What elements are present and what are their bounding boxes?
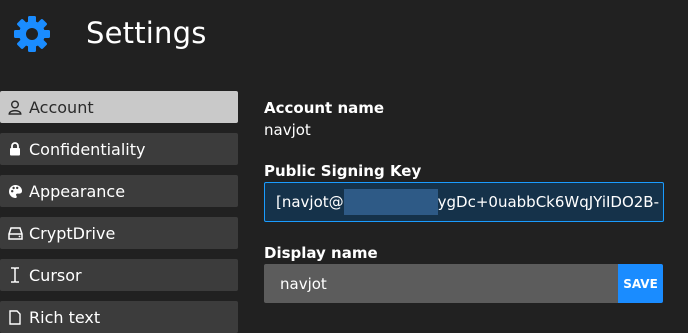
sidebar-item-cursor[interactable]: Cursor [0,259,238,291]
sidebar-item-label: Appearance [29,181,126,201]
settings-header: Settings [0,0,688,72]
sidebar-item-label: Account [29,97,94,117]
sidebar-item-label: Rich text [29,307,101,327]
redaction-block [343,189,438,215]
signing-key-field[interactable]: [navjot@ ygDc+0uabbCk6WqJYiIDO2B- [264,182,664,222]
signing-key-label: Public Signing Key [264,162,422,180]
display-name-input[interactable] [264,264,618,303]
drive-icon [6,224,24,242]
sidebar-item-account[interactable]: Account [0,91,238,123]
sidebar-item-label: CryptDrive [29,223,116,243]
gear-icon [14,16,50,52]
sidebar-item-cryptdrive[interactable]: CryptDrive [0,217,238,249]
display-name-label: Display name [264,244,378,262]
lock-icon [6,140,24,158]
sidebar-item-appearance[interactable]: Appearance [0,175,238,207]
sidebar-item-rich-text[interactable]: Rich text [0,301,238,333]
user-icon [6,98,24,116]
page-title: Settings [86,16,207,50]
sidebar-item-confidentiality[interactable]: Confidentiality [0,133,238,165]
signing-key-suffix: ygDc+0uabbCk6WqJYiIDO2B- [437,193,660,211]
text-cursor-icon [6,266,24,284]
account-name-label: Account name [264,99,385,117]
sidebar-item-label: Cursor [29,265,82,285]
rich-text-icon [6,308,24,326]
account-name-value: navjot [264,121,311,139]
sidebar-item-label: Confidentiality [29,139,146,159]
save-button[interactable]: SAVE [618,264,663,303]
signing-key-prefix: [navjot@ [276,193,344,211]
palette-icon [6,182,24,200]
